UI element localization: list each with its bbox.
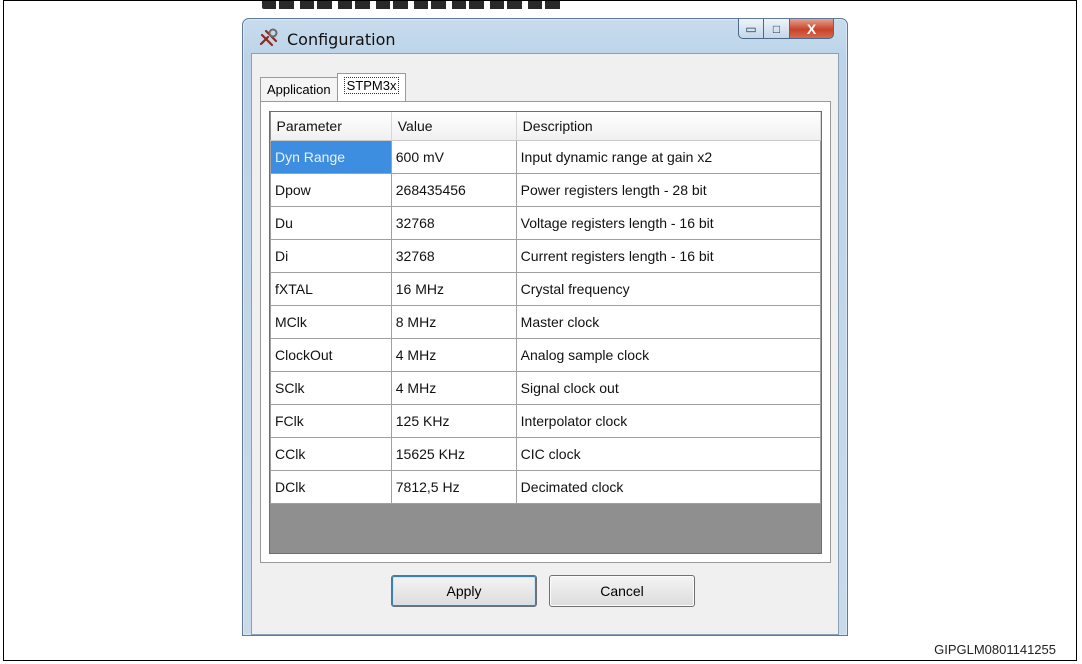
cell-value[interactable]: 7812,5 Hz xyxy=(390,470,517,504)
cell-description[interactable]: CIC clock xyxy=(515,437,821,471)
caption-buttons: ▭ □ X xyxy=(738,19,834,41)
cell-parameter[interactable]: Di xyxy=(270,239,392,273)
cell-parameter[interactable]: Dpow xyxy=(270,173,392,207)
cell-description[interactable]: Analog sample clock xyxy=(515,338,821,372)
table-row[interactable]: Du 32768 Voltage registers length - 16 b… xyxy=(270,206,821,240)
tab-application-label: Application xyxy=(267,82,331,97)
maximize-icon: □ xyxy=(772,21,781,36)
cell-description[interactable]: Signal clock out xyxy=(515,371,821,405)
cell-description[interactable]: Current registers length - 16 bit xyxy=(515,239,821,273)
parameter-table: Parameter Value Description Dyn Range 60… xyxy=(270,112,821,504)
table-row[interactable]: SClk 4 MHz Signal clock out xyxy=(270,371,821,405)
table-row[interactable]: ClockOut 4 MHz Analog sample clock xyxy=(270,338,821,372)
header-description[interactable]: Description xyxy=(516,112,821,141)
parameter-grid[interactable]: Parameter Value Description Dyn Range 60… xyxy=(269,111,822,554)
cell-description[interactable]: Master clock xyxy=(515,305,821,339)
cell-value[interactable]: 15625 KHz xyxy=(390,437,517,471)
cell-description[interactable]: Decimated clock xyxy=(515,470,821,504)
table-row[interactable]: CClk 15625 KHz CIC clock xyxy=(270,437,821,471)
cell-parameter[interactable]: FClk xyxy=(270,404,392,438)
cell-parameter[interactable]: Dyn Range xyxy=(270,140,392,174)
cell-description[interactable]: Voltage registers length - 16 bit xyxy=(515,206,821,240)
close-button[interactable]: X xyxy=(790,19,834,39)
cell-value[interactable]: 32768 xyxy=(390,206,517,240)
title-bar[interactable]: Configuration ▭ □ X xyxy=(243,19,847,53)
cell-parameter[interactable]: SClk xyxy=(270,371,392,405)
cancel-button[interactable]: Cancel xyxy=(549,575,695,607)
minimize-button[interactable]: ▭ xyxy=(738,19,764,39)
maximize-button[interactable]: □ xyxy=(764,19,790,39)
cell-value[interactable]: 4 MHz xyxy=(390,371,517,405)
cell-value[interactable]: 600 mV xyxy=(390,140,517,174)
cell-value[interactable]: 268435456 xyxy=(390,173,517,207)
cell-description[interactable]: Input dynamic range at gain x2 xyxy=(515,140,821,174)
header-value[interactable]: Value xyxy=(391,112,517,141)
configuration-window: Configuration ▭ □ X Application STPM3x P… xyxy=(242,18,848,636)
cell-parameter[interactable]: MClk xyxy=(270,305,392,339)
cell-value[interactable]: 16 MHz xyxy=(390,272,517,306)
figure-reference-code: GIPGLM0801141255 xyxy=(934,642,1056,657)
window-title: Configuration xyxy=(287,30,396,49)
cell-value[interactable]: 125 KHz xyxy=(390,404,517,438)
table-row[interactable]: MClk 8 MHz Master clock xyxy=(270,305,821,339)
apply-button[interactable]: Apply xyxy=(391,575,537,607)
cell-value[interactable]: 8 MHz xyxy=(390,305,517,339)
table-row[interactable]: Dpow 268435456 Power registers length - … xyxy=(270,173,821,207)
close-icon: X xyxy=(806,20,817,37)
tab-stpm3x-label: STPM3x xyxy=(343,77,400,94)
header-parameter[interactable]: Parameter xyxy=(270,112,392,141)
table-row[interactable]: DClk 7812,5 Hz Decimated clock xyxy=(270,470,821,504)
cell-parameter[interactable]: DClk xyxy=(270,470,392,504)
window-client-area: Application STPM3x Parameter Value Descr… xyxy=(251,53,839,635)
table-header-row: Parameter Value Description xyxy=(270,112,821,141)
tab-panel-stpm3x: Parameter Value Description Dyn Range 60… xyxy=(260,101,831,563)
cell-parameter[interactable]: fXTAL xyxy=(270,272,392,306)
table-row[interactable]: Dyn Range 600 mV Input dynamic range at … xyxy=(270,140,821,174)
minimize-icon: ▭ xyxy=(745,21,757,36)
cell-value[interactable]: 4 MHz xyxy=(390,338,517,372)
tab-strip: Application STPM3x xyxy=(260,73,407,101)
table-row[interactable]: fXTAL 16 MHz Crystal frequency xyxy=(270,272,821,306)
configuration-app-icon[interactable] xyxy=(258,27,280,49)
cell-description[interactable]: Crystal frequency xyxy=(515,272,821,306)
tab-stpm3x[interactable]: STPM3x xyxy=(336,73,407,101)
cell-parameter[interactable]: Du xyxy=(270,206,392,240)
table-row[interactable]: FClk 125 KHz Interpolator clock xyxy=(270,404,821,438)
cell-description[interactable]: Power registers length - 28 bit xyxy=(515,173,821,207)
cell-value[interactable]: 32768 xyxy=(390,239,517,273)
cell-parameter[interactable]: CClk xyxy=(270,437,392,471)
cell-parameter[interactable]: ClockOut xyxy=(270,338,392,372)
table-row[interactable]: Di 32768 Current registers length - 16 b… xyxy=(270,239,821,273)
cell-description[interactable]: Interpolator clock xyxy=(515,404,821,438)
tab-application[interactable]: Application xyxy=(260,77,338,101)
